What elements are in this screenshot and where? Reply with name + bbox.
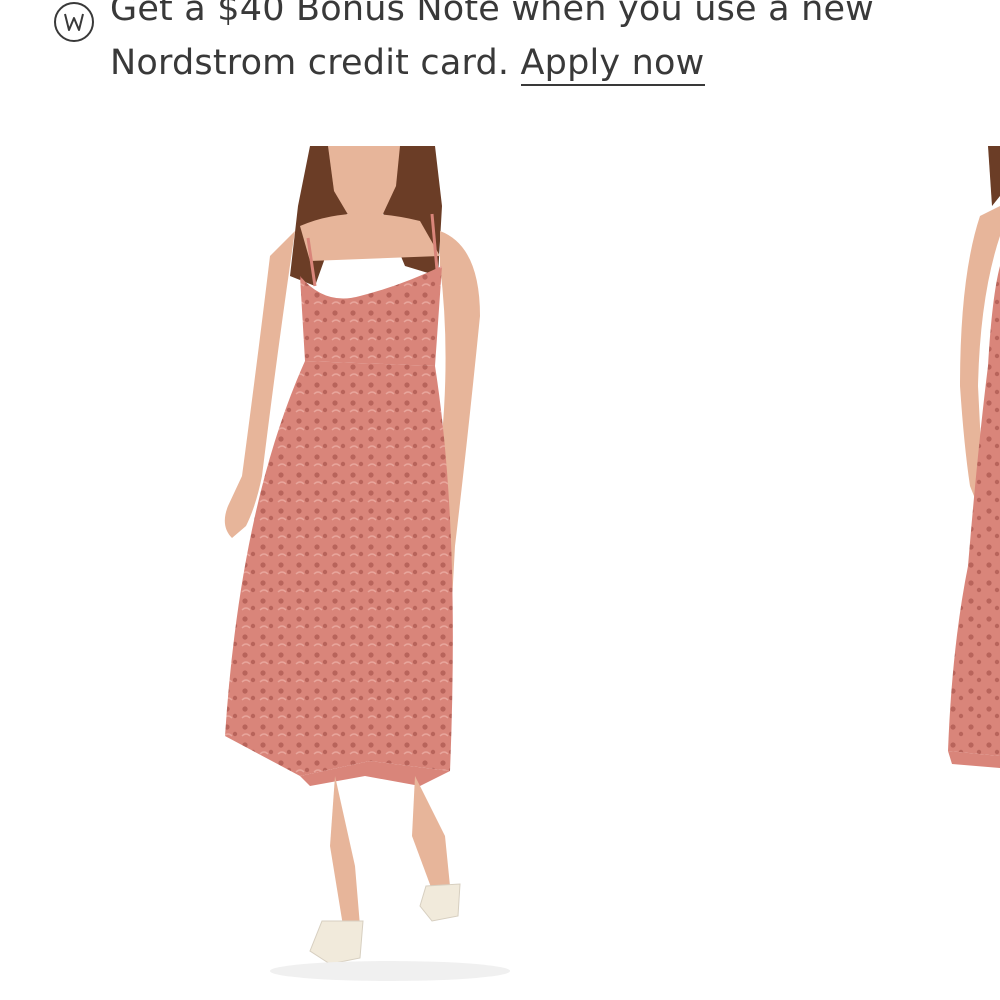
- product-image-carousel[interactable]: [0, 146, 1000, 1000]
- promo-line-2: Nordstrom credit card. Apply now: [110, 36, 874, 90]
- pink-lace-dress-side-image: [948, 146, 1000, 768]
- pink-lace-dress-front-image: [224, 146, 510, 981]
- apply-now-link[interactable]: Apply now: [520, 43, 705, 86]
- product-image-front[interactable]: [150, 146, 530, 1000]
- product-image-side[interactable]: [930, 146, 1000, 1000]
- promo-message: Get a $40 Bonus Note when you use a new …: [110, 0, 874, 90]
- promo-line-2-text: Nordstrom credit card.: [110, 43, 510, 83]
- nordstrom-note-icon: [54, 2, 94, 42]
- promo-line-1: Get a $40 Bonus Note when you use a new: [110, 0, 875, 29]
- product-page: Get a $40 Bonus Note when you use a new …: [0, 0, 1000, 1000]
